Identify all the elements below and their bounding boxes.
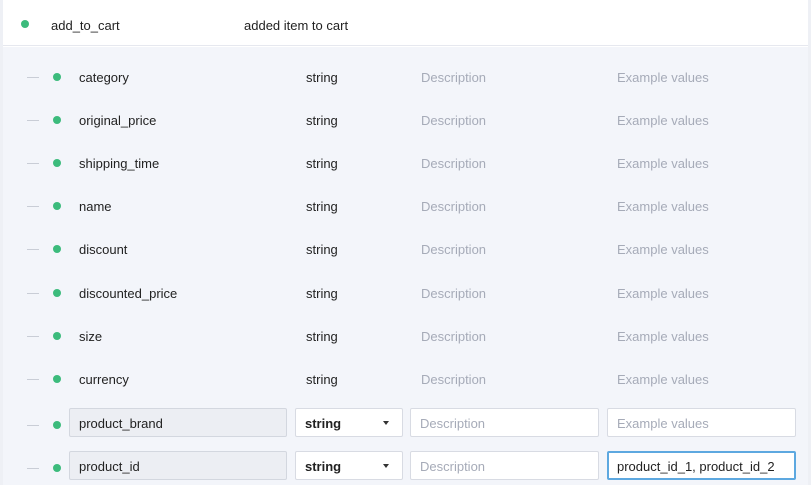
property-example-values[interactable]: Example values bbox=[617, 286, 709, 301]
status-dot-icon bbox=[53, 73, 61, 81]
event-properties-panel: add_to_cart added item to cart category … bbox=[0, 0, 811, 485]
status-dot-icon bbox=[53, 332, 61, 340]
tree-connector bbox=[27, 163, 39, 164]
status-dot-icon bbox=[53, 202, 61, 210]
description-input[interactable]: Description bbox=[410, 451, 599, 480]
property-example-values[interactable]: Example values bbox=[617, 329, 709, 344]
status-dot-icon bbox=[53, 159, 61, 167]
property-type-value: string bbox=[305, 459, 342, 474]
status-dot-icon bbox=[53, 116, 61, 124]
property-row[interactable]: discount string Description Example valu… bbox=[3, 229, 808, 272]
property-description[interactable]: Description bbox=[421, 372, 486, 387]
property-name[interactable]: category bbox=[79, 70, 129, 85]
tree-connector bbox=[27, 425, 39, 426]
property-row[interactable]: size string Description Example values bbox=[3, 316, 808, 359]
description-input[interactable]: Description bbox=[410, 408, 599, 437]
property-type[interactable]: string bbox=[306, 156, 338, 171]
property-type[interactable]: string bbox=[306, 199, 338, 214]
property-description[interactable]: Description bbox=[421, 329, 486, 344]
property-type-value: string bbox=[305, 416, 342, 431]
caret-down-icon bbox=[383, 464, 389, 468]
property-name[interactable]: shipping_time bbox=[79, 156, 159, 171]
status-dot-icon bbox=[53, 245, 61, 253]
property-type[interactable]: string bbox=[306, 286, 338, 301]
property-row[interactable]: category string Description Example valu… bbox=[3, 57, 808, 100]
caret-down-icon bbox=[383, 421, 389, 425]
property-name-input[interactable]: product_id bbox=[69, 451, 287, 480]
property-type-select[interactable]: string bbox=[295, 408, 403, 437]
tree-connector bbox=[27, 77, 39, 78]
property-type-select[interactable]: string bbox=[295, 451, 403, 480]
property-description[interactable]: Description bbox=[421, 113, 486, 128]
property-example-values[interactable]: Example values bbox=[617, 113, 709, 128]
property-list: category string Description Example valu… bbox=[3, 47, 808, 485]
property-row-editing: product_brand string Description Example… bbox=[3, 405, 808, 448]
property-example-values[interactable]: Example values bbox=[617, 199, 709, 214]
status-dot-icon bbox=[53, 464, 61, 472]
property-name[interactable]: size bbox=[79, 329, 102, 344]
property-type[interactable]: string bbox=[306, 372, 338, 387]
event-name[interactable]: add_to_cart bbox=[51, 18, 120, 33]
example-values-input[interactable]: Example values bbox=[607, 408, 796, 437]
example-values-input[interactable]: product_id_1, product_id_2 bbox=[607, 451, 796, 480]
property-row[interactable]: original_price string Description Exampl… bbox=[3, 100, 808, 143]
property-example-values[interactable]: Example values bbox=[617, 156, 709, 171]
event-description[interactable]: added item to cart bbox=[244, 18, 348, 33]
status-dot-icon bbox=[53, 375, 61, 383]
property-row[interactable]: name string Description Example values bbox=[3, 186, 808, 229]
tree-connector bbox=[27, 293, 39, 294]
property-name[interactable]: name bbox=[79, 199, 112, 214]
property-type[interactable]: string bbox=[306, 242, 338, 257]
property-name-input[interactable]: product_brand bbox=[69, 408, 287, 437]
property-row[interactable]: shipping_time string Description Example… bbox=[3, 143, 808, 186]
property-description[interactable]: Description bbox=[421, 70, 486, 85]
property-type[interactable]: string bbox=[306, 113, 338, 128]
property-type[interactable]: string bbox=[306, 70, 338, 85]
property-name[interactable]: original_price bbox=[79, 113, 156, 128]
tree-connector bbox=[27, 468, 39, 469]
property-name[interactable]: currency bbox=[79, 372, 129, 387]
property-example-values[interactable]: Example values bbox=[617, 242, 709, 257]
status-dot-icon bbox=[53, 289, 61, 297]
tree-connector bbox=[27, 249, 39, 250]
property-row[interactable]: discounted_price string Description Exam… bbox=[3, 273, 808, 316]
tree-connector bbox=[27, 206, 39, 207]
property-description[interactable]: Description bbox=[421, 286, 486, 301]
property-name[interactable]: discount bbox=[79, 242, 127, 257]
property-description[interactable]: Description bbox=[421, 199, 486, 214]
property-type[interactable]: string bbox=[306, 329, 338, 344]
tree-connector bbox=[27, 336, 39, 337]
tree-connector bbox=[27, 379, 39, 380]
property-example-values[interactable]: Example values bbox=[617, 372, 709, 387]
status-dot-icon bbox=[21, 20, 29, 28]
status-dot-icon bbox=[53, 421, 61, 429]
property-example-values[interactable]: Example values bbox=[617, 70, 709, 85]
property-description[interactable]: Description bbox=[421, 242, 486, 257]
property-name[interactable]: discounted_price bbox=[79, 286, 177, 301]
property-row[interactable]: currency string Description Example valu… bbox=[3, 359, 808, 402]
event-row[interactable]: add_to_cart added item to cart bbox=[3, 3, 808, 46]
tree-connector bbox=[27, 120, 39, 121]
property-description[interactable]: Description bbox=[421, 156, 486, 171]
